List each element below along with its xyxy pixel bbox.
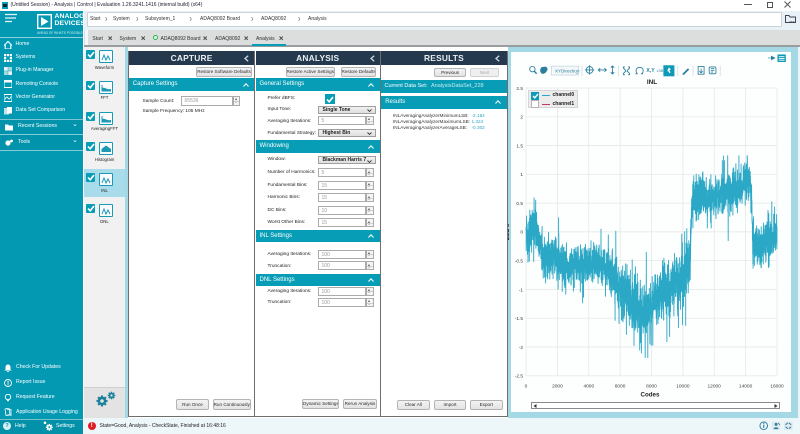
svg-text:14000: 14000	[739, 384, 753, 390]
svg-text:1.5: 1.5	[516, 143, 523, 149]
svg-text:LSB: LSB	[657, 69, 664, 73]
svg-text:8000: 8000	[646, 384, 657, 390]
svg-text:2.5: 2.5	[516, 86, 523, 92]
svg-text:-2: -2	[519, 345, 524, 351]
svg-text:0.5: 0.5	[516, 201, 523, 207]
svg-text:-0.5: -0.5	[515, 259, 524, 265]
svg-text:12000: 12000	[708, 384, 722, 390]
svg-text:10000: 10000	[676, 384, 690, 390]
svg-text:-2.5: -2.5	[515, 374, 524, 380]
svg-text:16000: 16000	[770, 384, 784, 390]
svg-text:-1: -1	[519, 287, 524, 293]
svg-text:6000: 6000	[615, 384, 626, 390]
svg-text:2: 2	[520, 115, 523, 121]
svg-text:4000: 4000	[583, 384, 594, 390]
svg-text:2000: 2000	[552, 384, 563, 390]
svg-text:LSB's: LSB's	[508, 223, 511, 240]
svg-text:⌄: ⌄	[575, 70, 579, 75]
svg-text:X,Y: X,Y	[646, 68, 655, 74]
svg-text:-1.5: -1.5	[515, 316, 524, 322]
svg-text:Codes: Codes	[641, 392, 660, 399]
svg-text:0: 0	[520, 230, 523, 236]
svg-text:1: 1	[520, 172, 523, 178]
svg-text:0: 0	[525, 384, 528, 390]
